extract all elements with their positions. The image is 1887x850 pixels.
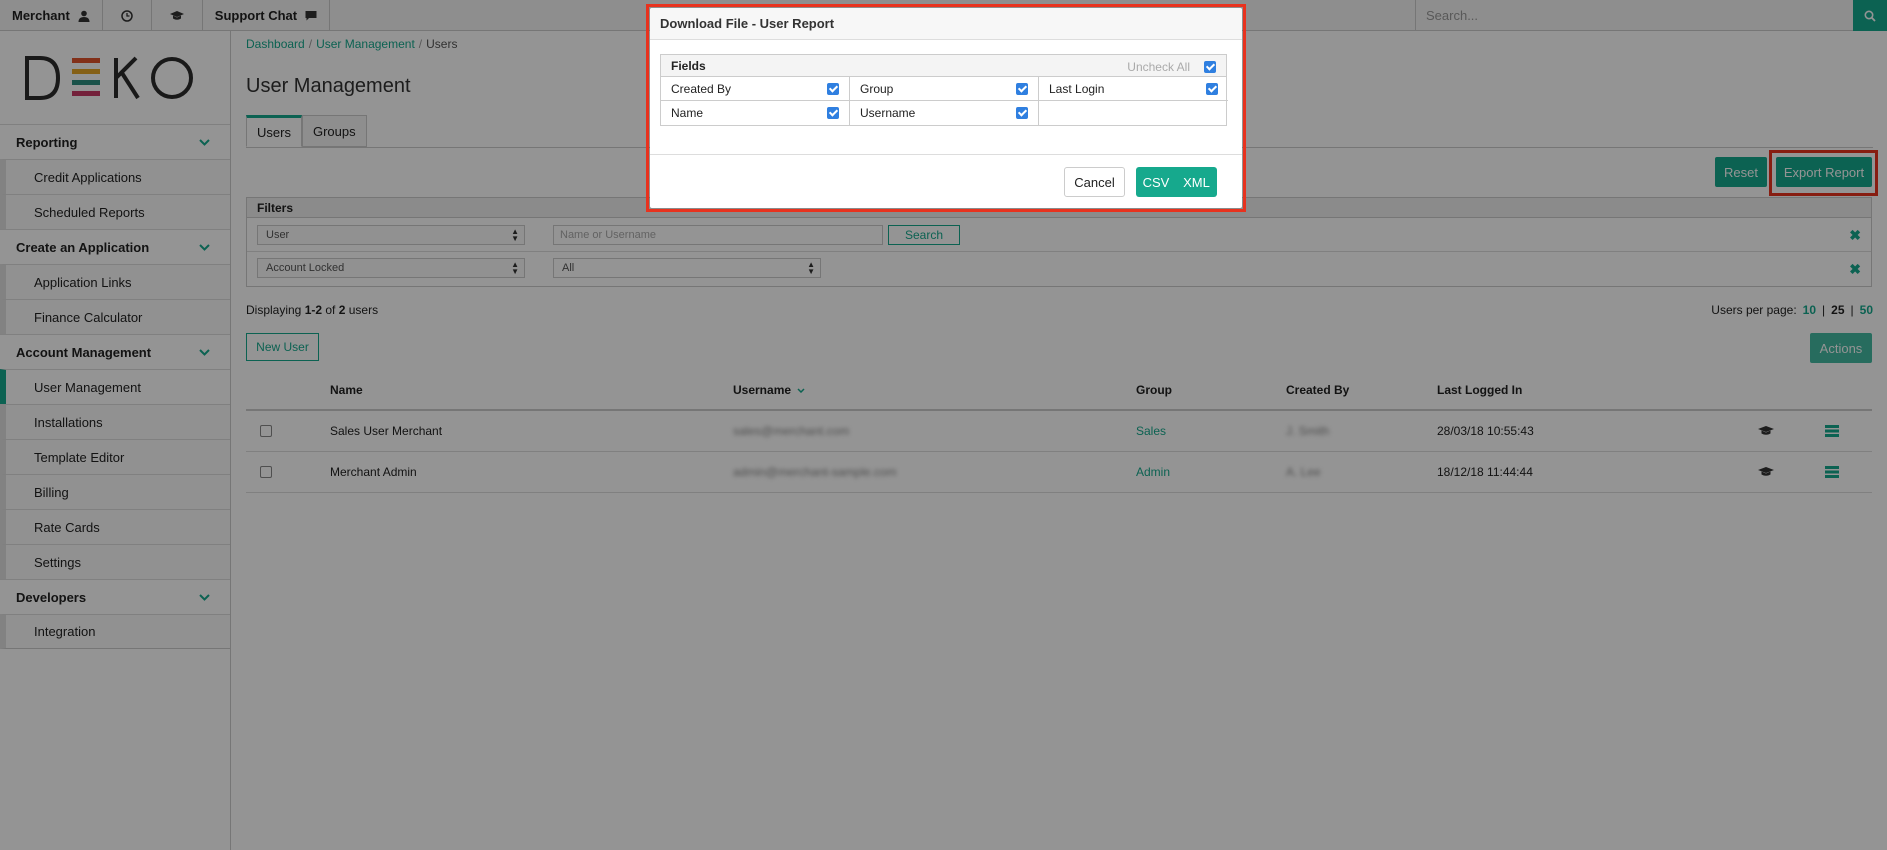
csv-button[interactable]: CSV [1136, 167, 1176, 197]
fields-table: Fields Uncheck All Created By Group Last… [660, 54, 1228, 126]
field-label: Created By [671, 81, 732, 96]
field-checkbox[interactable] [1206, 83, 1218, 95]
field-label: Username [860, 106, 916, 120]
field-checkbox[interactable] [1016, 83, 1028, 95]
download-dialog: Download File - User Report Fields Unche… [650, 8, 1242, 208]
xml-button[interactable]: XML [1176, 167, 1217, 197]
field-label: Last Login [1049, 81, 1105, 96]
uncheck-all-link[interactable]: Uncheck All [1127, 60, 1190, 74]
dialog-footer: Cancel CSV XML [650, 154, 1242, 208]
field-label: Name [671, 106, 704, 120]
field-group[interactable]: Group [850, 77, 1039, 101]
field-checkbox[interactable] [827, 83, 839, 95]
cancel-button[interactable]: Cancel [1064, 167, 1125, 197]
fields-header: Fields Uncheck All [661, 55, 1226, 77]
fields-heading: Fields [671, 58, 706, 73]
field-username[interactable]: Username [850, 101, 1039, 125]
field-last-login[interactable]: Last Login [1039, 77, 1228, 101]
check-all-checkbox[interactable] [1204, 61, 1216, 73]
field-checkbox[interactable] [827, 107, 839, 119]
field-created-by[interactable]: Created By [661, 77, 850, 101]
field-name[interactable]: Name [661, 101, 850, 125]
field-checkbox[interactable] [1016, 107, 1028, 119]
field-label: Group [860, 81, 894, 96]
field-empty [1039, 101, 1228, 125]
fields-grid: Created By Group Last Login Name Usernam… [661, 77, 1228, 125]
dialog-title: Download File - User Report [650, 8, 1242, 40]
